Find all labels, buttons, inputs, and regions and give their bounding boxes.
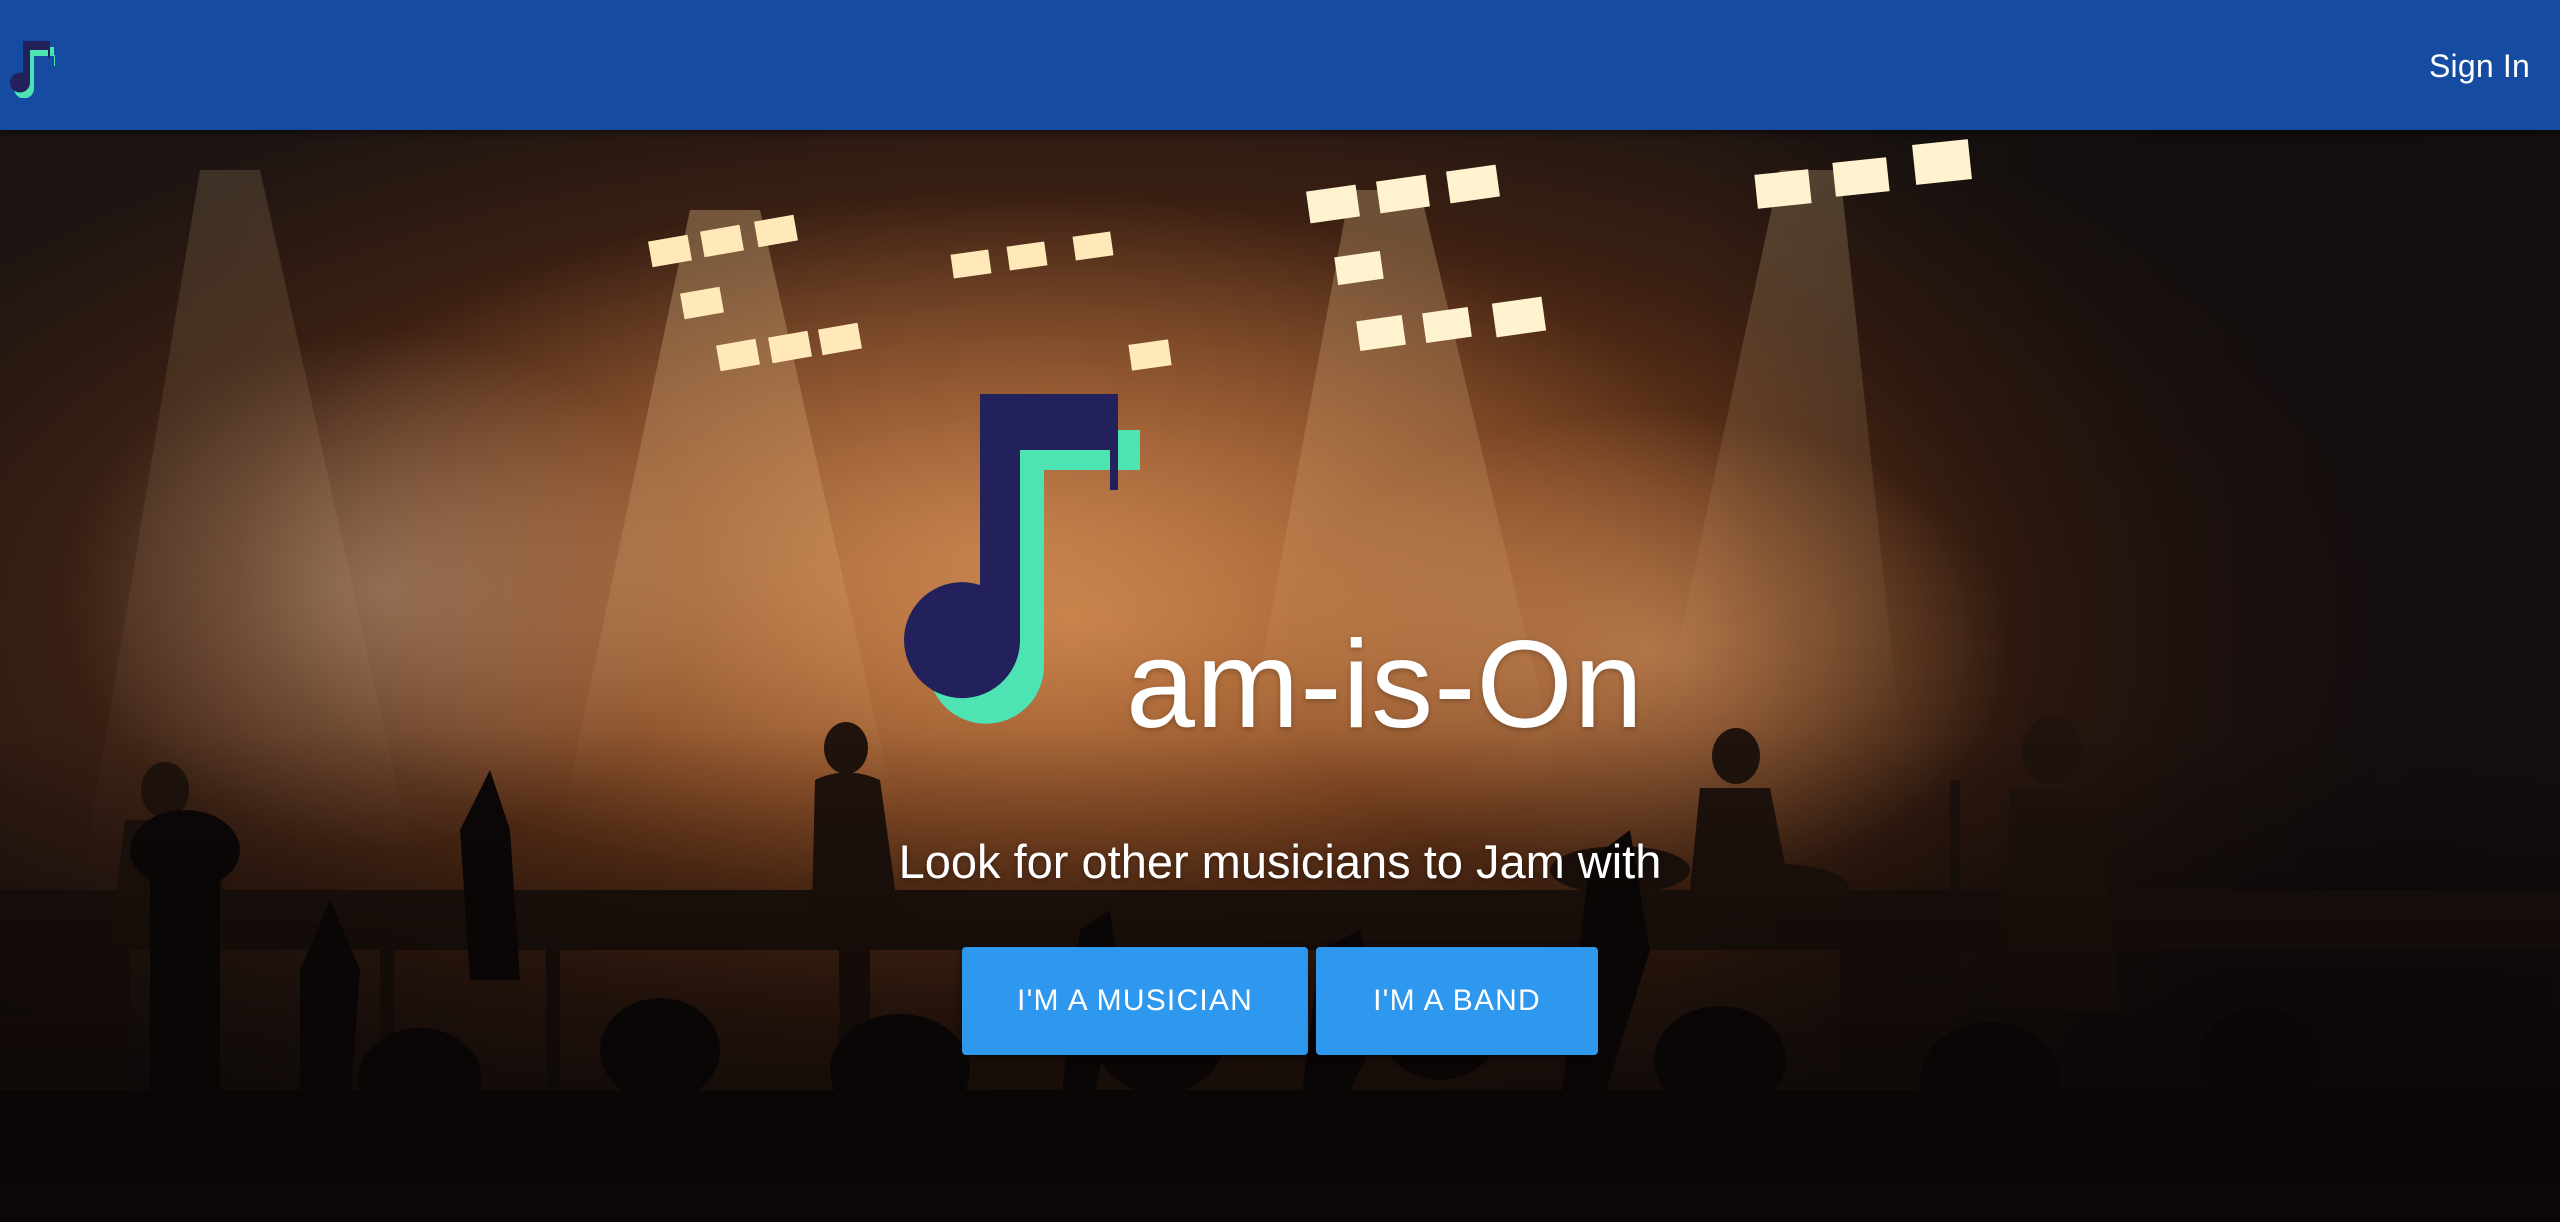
app-title: am-is-On [1126,616,1644,754]
im-a-musician-button[interactable]: I'M A MUSICIAN [962,947,1308,1055]
im-a-band-button[interactable]: I'M A BAND [1316,947,1598,1055]
top-app-bar: Sign In [0,0,2560,130]
music-note-logo-icon[interactable] [6,38,58,99]
hero-music-note-logo-icon [870,380,1148,740]
cta-button-group: I'M A MUSICIAN I'M A BAND [962,947,1598,1055]
app-root: Sign In am-is-On Look for other musician… [0,0,2560,1222]
sign-in-button[interactable]: Sign In [2429,46,2530,86]
hero-section: am-is-On Look for other musicians to Jam… [0,130,2560,1222]
tagline: Look for other musicians to Jam with [898,835,1662,888]
